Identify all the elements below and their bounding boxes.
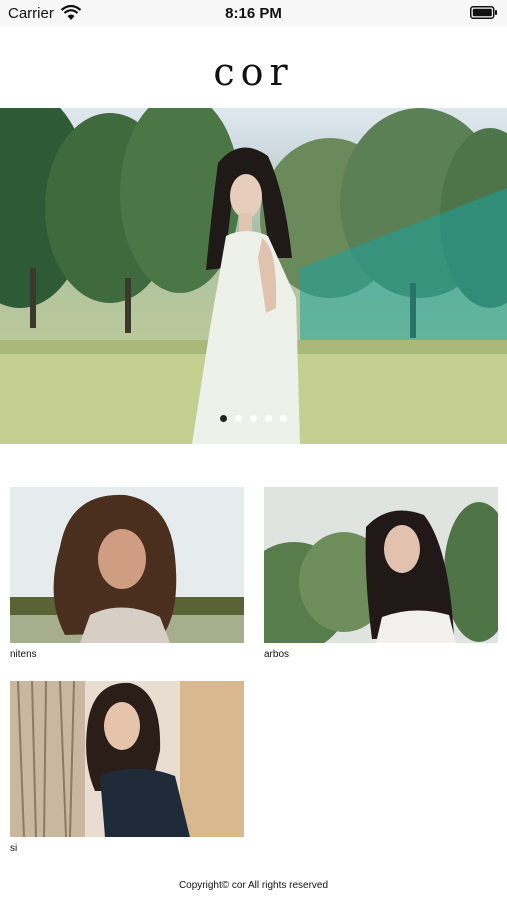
portrait-photo (264, 487, 498, 643)
carousel-dot[interactable] (280, 415, 287, 422)
hero-photo (0, 108, 507, 444)
gallery-card-si[interactable]: si (10, 681, 244, 854)
gallery-thumbnail[interactable] (264, 487, 498, 643)
gallery-thumbnail[interactable] (10, 487, 244, 643)
status-bar: Carrier 8:16 PM (0, 0, 507, 26)
gallery-card-nitens[interactable]: nitens (10, 487, 244, 660)
hero-carousel[interactable] (0, 108, 507, 444)
gallery-label[interactable]: nitens (10, 649, 244, 660)
portrait-photo (10, 681, 244, 837)
carousel-dot[interactable] (235, 415, 242, 422)
battery-icon (470, 6, 497, 19)
carousel-dot[interactable] (220, 415, 227, 422)
carousel-pagination (0, 409, 507, 427)
carousel-dot[interactable] (265, 415, 272, 422)
gallery-label[interactable]: arbos (264, 649, 498, 660)
carousel-dot[interactable] (250, 415, 257, 422)
footer-copyright: Copyright© cor All rights reserved (178, 880, 329, 891)
portrait-photo (10, 487, 244, 643)
clock: 8:16 PM (225, 5, 282, 22)
site-logo[interactable]: cor (0, 50, 507, 94)
gallery-label[interactable]: si (10, 843, 244, 854)
gallery-card-arbos[interactable]: arbos (264, 487, 498, 660)
gallery-thumbnail[interactable] (10, 681, 244, 837)
